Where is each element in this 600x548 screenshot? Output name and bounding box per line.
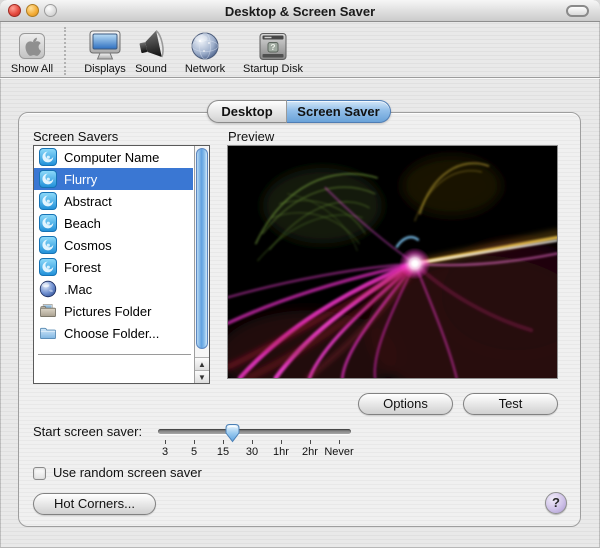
list-item-label: Pictures Folder <box>64 303 152 319</box>
swirl-icon <box>39 192 57 210</box>
toolbar-label-startup-disk: Startup Disk <box>243 63 303 75</box>
screensaver-delay-slider-track[interactable] <box>158 429 351 434</box>
preview-label: Preview <box>228 129 275 144</box>
pictures-folder-icon <box>40 304 56 317</box>
tick <box>310 440 311 444</box>
tick-label-15: 15 <box>216 446 230 458</box>
list-item-flurry[interactable]: Flurry <box>34 168 193 190</box>
toolbar-item-displays[interactable]: Displays <box>80 25 130 75</box>
list-item-pictures-folder[interactable]: Pictures Folder <box>34 300 193 322</box>
toolbar-label-network: Network <box>184 63 226 75</box>
list-item-label: Forest <box>64 259 101 275</box>
toolbar-item-network[interactable]: Network <box>178 25 232 75</box>
options-button[interactable]: Options <box>358 393 453 415</box>
swirl-icon <box>39 258 57 276</box>
start-screen-saver-label: Start screen saver: <box>33 424 143 439</box>
list-item-label: Abstract <box>64 193 112 209</box>
list-item-label: Computer Name <box>64 149 160 165</box>
toolbar-item-startup-disk[interactable]: ? Startup Disk <box>237 25 309 75</box>
close-button[interactable] <box>8 4 21 17</box>
desktop-screensaver-window: Desktop & Screen Saver Show All Displays… <box>0 0 600 548</box>
list-item-cosmos[interactable]: Cosmos <box>34 234 193 256</box>
toolbar-item-sound[interactable]: Sound <box>131 25 171 75</box>
display-icon <box>80 25 130 62</box>
list-item-label: Flurry <box>64 171 98 187</box>
toolbar-label-sound: Sound <box>135 63 167 75</box>
tab-screen-saver[interactable]: Screen Saver <box>287 100 391 123</box>
screen-saver-list: Computer Name Flurry Abstract Beach Cosm… <box>33 145 210 384</box>
hot-corners-button[interactable]: Hot Corners... <box>33 493 156 515</box>
list-item-computer-name[interactable]: Computer Name <box>34 146 193 168</box>
toolbar-toggle-pill-button[interactable] <box>566 5 589 17</box>
list-item-label: Choose Folder... <box>64 325 160 341</box>
svg-text:?: ? <box>270 42 275 52</box>
tick <box>252 440 253 444</box>
tick <box>194 440 195 444</box>
speaker-icon <box>131 25 171 62</box>
tick <box>339 440 340 444</box>
test-button[interactable]: Test <box>463 393 558 415</box>
list-item-choose-folder[interactable]: Choose Folder... <box>34 322 193 344</box>
list-item-label: Cosmos <box>64 237 112 253</box>
mac-globe-icon <box>39 280 57 298</box>
swirl-icon <box>39 214 57 232</box>
titlebar[interactable]: Desktop & Screen Saver <box>0 0 600 22</box>
flurry-preview-image <box>228 146 557 378</box>
toolbar-item-show-all[interactable]: Show All <box>4 25 60 75</box>
list-item-forest[interactable]: Forest <box>34 256 193 278</box>
tick <box>281 440 282 444</box>
list-item-abstract[interactable]: Abstract <box>34 190 193 212</box>
tick <box>223 440 224 444</box>
use-random-checkbox[interactable] <box>33 467 46 480</box>
toolbar-label-show-all: Show All <box>10 63 54 75</box>
tick-label-3: 3 <box>161 446 169 458</box>
scrollbar-up-arrow-icon[interactable]: ▲ <box>195 357 209 370</box>
screen-savers-label: Screen Savers <box>33 129 119 144</box>
toolbar-separator <box>64 27 66 75</box>
tick-label-30: 30 <box>245 446 259 458</box>
help-button[interactable]: ? <box>545 492 567 514</box>
blue-folder-icon <box>40 327 56 339</box>
list-scrollbar[interactable]: ▲ ▼ <box>194 146 209 383</box>
apple-icon <box>4 25 60 62</box>
list-separator <box>38 354 191 355</box>
scrollbar-thumb[interactable] <box>196 148 208 349</box>
tab-bar: Desktop Screen Saver <box>207 100 391 123</box>
use-random-checkbox-label: Use random screen saver <box>53 465 202 480</box>
globe-icon <box>178 25 232 62</box>
zoom-button <box>44 4 57 17</box>
tick-label-2hr: 2hr <box>302 446 318 458</box>
window-title: Desktop & Screen Saver <box>224 4 376 19</box>
minimize-button[interactable] <box>26 4 39 17</box>
tick-label-never: Never <box>324 446 354 458</box>
swirl-icon <box>39 148 57 166</box>
startup-disk-icon: ? <box>237 25 309 62</box>
tick-label-1hr: 1hr <box>273 446 289 458</box>
slider-tick-marks: 3 5 15 30 1hr 2hr Never <box>158 440 354 460</box>
list-item-label: Beach <box>64 215 101 231</box>
swirl-icon <box>39 236 57 254</box>
swirl-icon <box>39 170 57 188</box>
tick-label-5: 5 <box>190 446 198 458</box>
preferences-toolbar: Show All Displays Sound Network ? Startu… <box>0 22 600 78</box>
screensaver-preview <box>227 145 558 379</box>
list-item-beach[interactable]: Beach <box>34 212 193 234</box>
toolbar-label-displays: Displays <box>84 63 126 75</box>
list-item-dot-mac[interactable]: .Mac <box>34 278 193 300</box>
tab-desktop[interactable]: Desktop <box>207 100 287 123</box>
scrollbar-down-arrow-icon[interactable]: ▼ <box>195 370 209 383</box>
tick <box>165 440 166 444</box>
list-item-label: .Mac <box>64 281 93 297</box>
